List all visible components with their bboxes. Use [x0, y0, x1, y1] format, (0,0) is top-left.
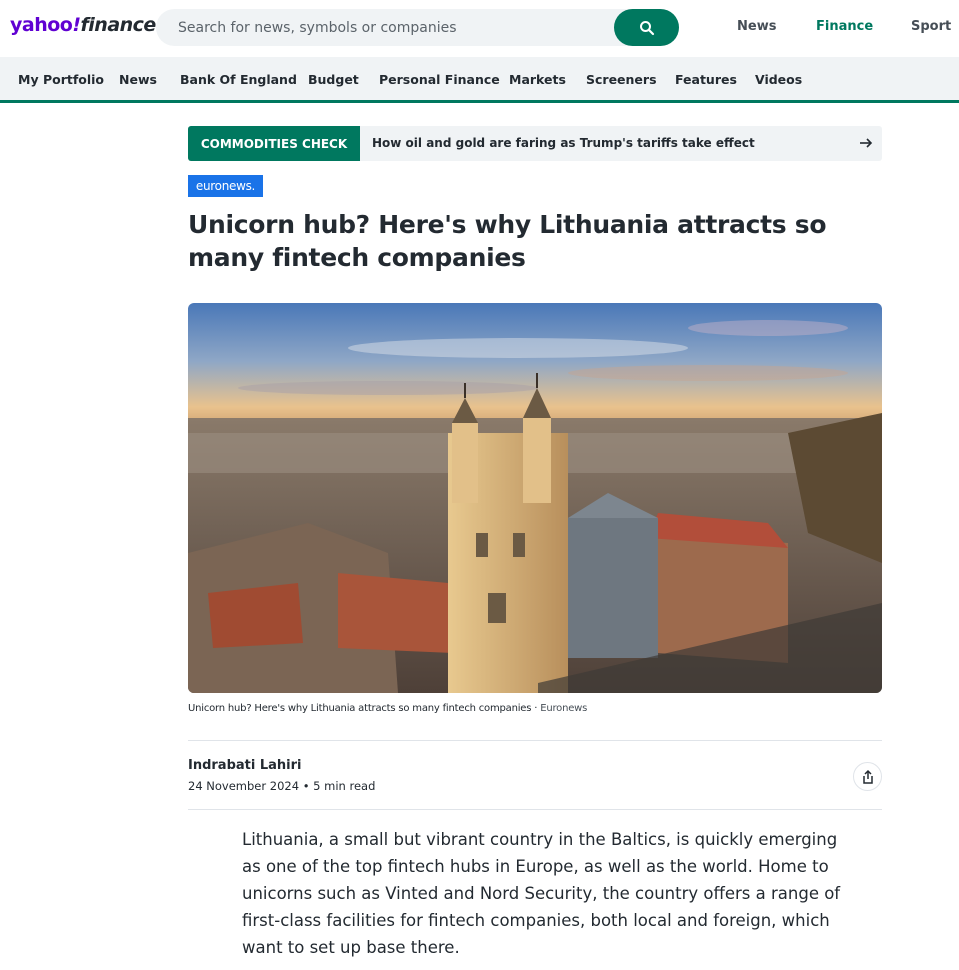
nav-item-my-portfolio[interactable]: My Portfolio [18, 72, 104, 87]
top-link-finance[interactable]: Finance [816, 19, 873, 34]
nav-item-markets[interactable]: Markets [509, 72, 566, 87]
caption-source: Euronews [540, 703, 588, 714]
nav-item-features[interactable]: Features [675, 72, 737, 87]
share-button[interactable] [853, 762, 882, 791]
caption-separator: · [534, 703, 538, 714]
search-bar [156, 9, 679, 46]
byline-bottom-divider [188, 809, 882, 810]
share-icon [862, 769, 873, 784]
author-name[interactable]: Indrabati Lahiri [188, 758, 302, 773]
image-caption: Unicorn hub? Here's why Lithuania attrac… [188, 703, 587, 714]
top-header: yahoo!finance News Finance Sport [0, 0, 959, 57]
article-meta: 24 November 2024 • 5 min read [188, 779, 375, 793]
top-link-sport[interactable]: Sport [911, 19, 951, 34]
nav-item-news[interactable]: News [119, 72, 157, 87]
nav-item-bank-of-england[interactable]: Bank Of England [180, 72, 297, 87]
arrow-right-icon[interactable] [858, 135, 874, 151]
commodities-banner[interactable]: COMMODITIES CHECK How oil and gold are f… [188, 126, 882, 161]
publish-date: 24 November 2024 [188, 779, 300, 793]
hero-image [188, 303, 882, 693]
article-body-paragraph: Lithuania, a small but vibrant country i… [242, 830, 841, 957]
search-icon [639, 20, 654, 35]
nav-item-screeners[interactable]: Screeners [586, 72, 657, 87]
search-input[interactable] [178, 9, 598, 46]
yahoo-finance-logo[interactable]: yahoo!finance [10, 14, 156, 36]
section-nav: My Portfolio News Bank Of England Budget… [0, 57, 959, 103]
top-link-news[interactable]: News [737, 19, 776, 34]
meta-separator: • [302, 779, 310, 793]
byline-top-divider [188, 740, 882, 741]
nav-item-budget[interactable]: Budget [308, 72, 359, 87]
euronews-logo[interactable]: euronews. [188, 175, 263, 197]
banner-tag: COMMODITIES CHECK [188, 126, 360, 161]
nav-item-personal-finance[interactable]: Personal Finance [379, 72, 500, 87]
read-time: 5 min read [313, 779, 376, 793]
caption-text: Unicorn hub? Here's why Lithuania attrac… [188, 703, 532, 714]
nav-item-videos[interactable]: Videos [755, 72, 802, 87]
banner-headline[interactable]: How oil and gold are faring as Trump's t… [372, 136, 755, 150]
search-button[interactable] [614, 9, 679, 46]
article-title: Unicorn hub? Here's why Lithuania attrac… [188, 210, 827, 272]
